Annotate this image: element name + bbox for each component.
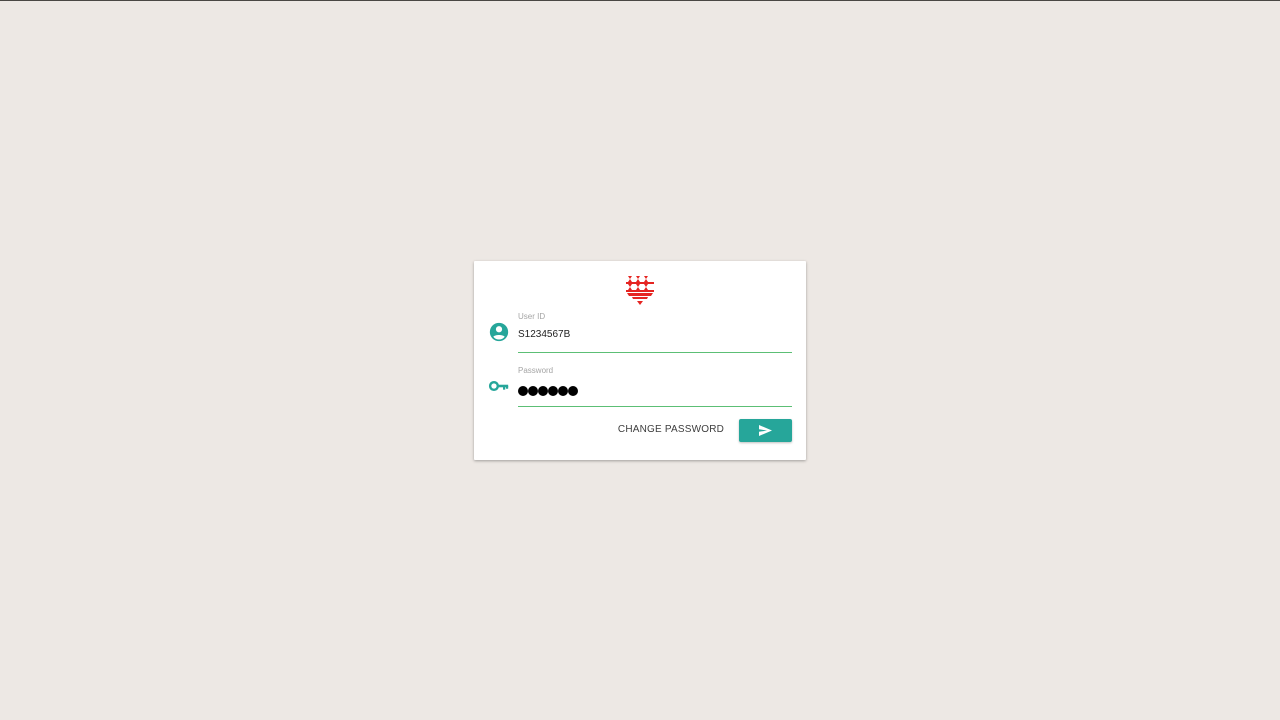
user-id-input[interactable]: S1234567B xyxy=(518,329,570,341)
user-id-row: User ID S1234567B xyxy=(488,311,792,353)
account-circle-icon xyxy=(489,322,509,342)
logo-icon xyxy=(626,276,654,305)
login-card: User ID S1234567B Password CHANGE PASSWO… xyxy=(474,261,806,460)
password-field[interactable]: Password xyxy=(518,365,792,407)
user-id-label: User ID xyxy=(518,312,546,321)
password-mask-dot xyxy=(548,386,558,396)
password-row: Password xyxy=(488,365,792,407)
change-password-button[interactable]: CHANGE PASSWORD xyxy=(616,421,726,439)
password-mask-dot xyxy=(538,386,548,396)
password-mask-dot xyxy=(568,386,578,396)
password-mask-dot xyxy=(528,386,538,396)
top-border xyxy=(0,0,1280,1)
key-icon xyxy=(488,380,509,392)
user-id-field[interactable]: User ID S1234567B xyxy=(518,311,792,353)
password-mask-dot xyxy=(558,386,568,396)
submit-button[interactable] xyxy=(739,419,792,442)
send-icon xyxy=(759,425,772,436)
password-input[interactable] xyxy=(518,385,578,397)
password-mask-dot xyxy=(518,386,528,396)
password-label: Password xyxy=(518,366,554,375)
